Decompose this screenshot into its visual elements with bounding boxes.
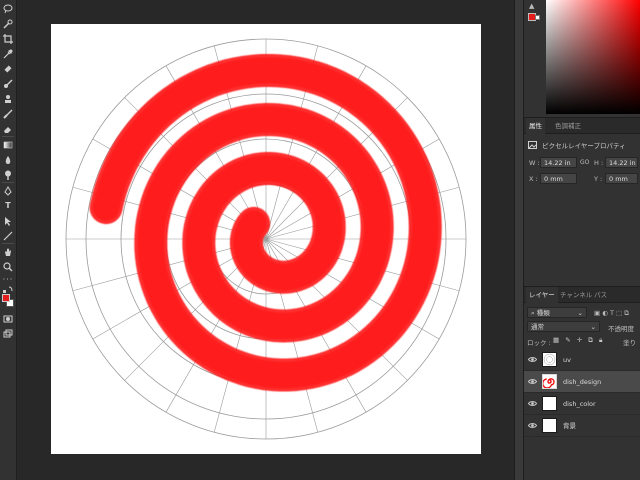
line-icon[interactable] — [2, 230, 14, 241]
vertical-scrollbar[interactable] — [514, 0, 524, 480]
blur-icon[interactable] — [2, 154, 14, 165]
width-field[interactable]: 14.22 in — [540, 157, 577, 168]
layer-thumbnail — [542, 396, 557, 411]
opacity-label: 不透明度 — [608, 325, 634, 333]
link-dimensions-icon[interactable]: GO — [580, 159, 589, 166]
gradient-icon[interactable] — [2, 139, 14, 150]
layer-thumbnail — [542, 352, 557, 367]
color-panel: ▲ — [524, 0, 640, 118]
tab-properties[interactable]: 属性 — [526, 118, 545, 134]
layer-row-uv[interactable]: uv — [524, 349, 640, 371]
eye-icon[interactable] — [528, 377, 537, 386]
properties-panel: 属性 色調補正 ピクセルレイヤープロパティ W : 14.22 in GO H … — [524, 118, 640, 284]
warning-icon: ▲ — [529, 2, 535, 10]
filter-type-icons[interactable]: ▣ ◐ T ⬚ ⧉ — [590, 307, 638, 318]
quick-select-icon[interactable] — [2, 18, 14, 29]
lock-label: ロック : — [527, 339, 551, 347]
layers-tabbar: レイヤー チャンネル パス — [524, 287, 640, 303]
blend-mode-dropdown[interactable]: 通常 ⌄ — [527, 321, 600, 332]
height-label: H : — [594, 159, 604, 167]
layer-thumbnail — [542, 418, 557, 433]
layers-panel: レイヤー チャンネル パス ⌕ 種類 ⌄ ▣ ◐ T ⬚ ⧉ 通常 ⌄ 不透明度 ロ… — [524, 286, 640, 480]
pixel-layer-icon — [528, 141, 537, 149]
stamp-icon[interactable] — [2, 93, 14, 104]
eyedropper-icon[interactable] — [2, 48, 14, 59]
layer-thumbnail — [542, 374, 557, 389]
layer-name: uv — [563, 356, 571, 364]
eye-icon[interactable] — [528, 421, 537, 430]
x-label: X : — [529, 175, 538, 183]
layer-row-dish-design[interactable]: dish_design — [524, 371, 640, 393]
healing-icon[interactable] — [2, 63, 14, 74]
hand-icon[interactable] — [2, 246, 14, 257]
history-brush-icon[interactable] — [2, 108, 14, 119]
tools-panel: T ··· — [0, 0, 17, 480]
chevron-down-icon: ⌄ — [577, 309, 583, 317]
fill-label: 塗り — [623, 339, 636, 347]
layer-filter-label: 種類 — [536, 309, 550, 317]
text-icon[interactable]: T — [2, 200, 14, 211]
document-canvas[interactable] — [51, 24, 481, 454]
y-label: Y : — [594, 175, 603, 183]
tab-channels[interactable]: チャンネル — [557, 287, 595, 303]
zoom-icon[interactable] — [2, 261, 14, 272]
layer-row-dish-color[interactable]: dish_color — [524, 393, 640, 415]
layer-filter-dropdown[interactable]: ⌕ 種類 ⌄ — [527, 307, 587, 318]
chevron-down-icon: ⌄ — [590, 323, 596, 331]
quick-mask-icon[interactable] — [2, 313, 14, 324]
height-field[interactable]: 14.22 in — [605, 157, 638, 168]
background-swatch[interactable] — [535, 15, 540, 20]
layer-name: 背景 — [563, 422, 576, 430]
y-field[interactable]: 0 mm — [605, 173, 638, 184]
tab-paths[interactable]: パス — [591, 287, 610, 303]
properties-title: ピクセルレイヤープロパティ — [542, 142, 626, 150]
layer-name: dish_design — [563, 378, 602, 386]
layer-row-background[interactable]: 背景 — [524, 415, 640, 437]
eye-icon[interactable] — [528, 355, 537, 364]
blend-mode-value: 通常 — [531, 323, 544, 331]
crop-icon[interactable] — [2, 33, 14, 44]
eye-icon[interactable] — [528, 399, 537, 408]
properties-tabbar: 属性 色調補正 — [524, 118, 640, 134]
lasso-icon[interactable] — [2, 3, 14, 14]
tab-adjustments[interactable]: 色調補正 — [552, 118, 584, 134]
red-spiral-brushstroke — [89, 54, 442, 392]
document-canvas-area — [17, 0, 514, 480]
screen-mode-icon[interactable] — [2, 328, 14, 339]
foreground-color[interactable] — [2, 294, 14, 308]
path-select-icon[interactable] — [2, 215, 14, 226]
width-label: W : — [529, 159, 540, 167]
lock-icons[interactable]: ▦ ✎ ✛ ⧉ 🔒︎ — [553, 336, 604, 345]
eraser-icon[interactable] — [2, 123, 14, 134]
color-picker-field[interactable] — [546, 0, 640, 114]
dodge-icon[interactable] — [2, 169, 14, 180]
pen-icon[interactable] — [2, 185, 14, 196]
properties-title-row: ピクセルレイヤープロパティ — [528, 140, 626, 150]
right-panels: ▲ 属性 色調補正 ピクセルレイヤープロパティ W : 14.22 in GO … — [524, 0, 640, 480]
photoshop-window: T ··· ▲ 属性 色調補正 ピクセルレイヤープロパティ W: 14.22 … — [0, 0, 640, 480]
brush-icon[interactable] — [2, 78, 14, 89]
more-icon[interactable]: ··· — [2, 274, 14, 285]
canvas-artwork — [65, 38, 467, 440]
layer-name: dish_color — [563, 400, 596, 408]
tab-layers[interactable]: レイヤー — [526, 287, 558, 303]
x-field[interactable]: 0 mm — [540, 173, 577, 184]
